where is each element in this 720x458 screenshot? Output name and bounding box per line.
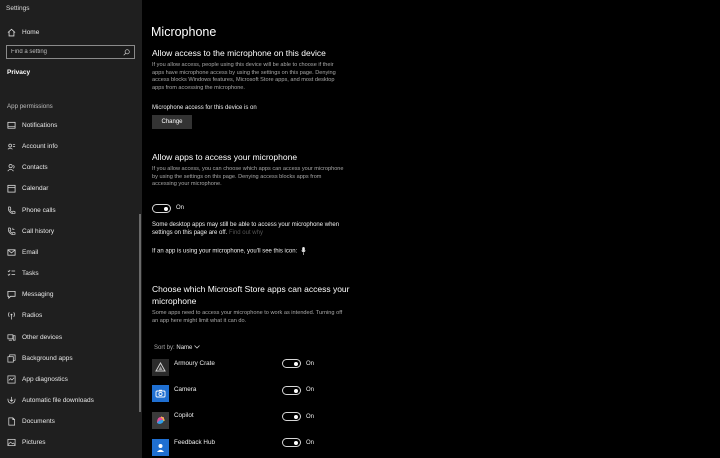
sidebar-item-label: Account info — [22, 142, 58, 150]
documents-icon — [7, 417, 16, 426]
sort-label: Sort by: — [154, 345, 175, 351]
sidebar-item-label: Documents — [22, 417, 55, 425]
search-icon[interactable] — [123, 49, 130, 56]
sidebar-item-call-history[interactable]: Call history — [0, 221, 142, 241]
call-history-icon — [7, 226, 16, 236]
microphone-icon — [301, 247, 306, 255]
sidebar-item-radios[interactable]: Radios — [0, 305, 142, 325]
sidebar-item-background-apps[interactable]: Background apps — [0, 348, 142, 368]
sidebar-item-label: Automatic file downloads — [22, 396, 94, 404]
contacts-icon — [7, 163, 16, 172]
sidebar-item-calendar[interactable]: Calendar — [0, 178, 142, 198]
device-access-status: Microphone access for this device is on — [152, 105, 257, 111]
sidebar-item-label: Messaging — [22, 290, 54, 298]
desktop-apps-note: Some desktop apps may still be able to a… — [152, 221, 352, 237]
background-apps-icon — [7, 354, 16, 363]
change-button[interactable]: Change — [152, 115, 192, 129]
sidebar-item-contacts[interactable]: Contacts — [0, 157, 142, 177]
email-icon — [7, 248, 16, 257]
sidebar-item-label: Calendar — [22, 184, 49, 192]
copilot-toggle[interactable] — [282, 412, 301, 421]
sidebar-item-label: Radios — [22, 311, 43, 319]
sidebar-item-messaging[interactable]: Messaging — [0, 284, 142, 304]
sidebar-item-label: App diagnostics — [22, 375, 68, 383]
sidebar-item-automatic-file-downloads[interactable]: Automatic file downloads — [0, 390, 142, 410]
sidebar-item-home[interactable]: Home — [0, 22, 142, 42]
app-access-toggle[interactable] — [152, 204, 171, 213]
sidebar-item-label: Home — [22, 28, 40, 36]
feedback-hub-app-icon — [152, 439, 169, 456]
app-name: Feedback Hub — [174, 439, 215, 446]
sort-value: Name — [176, 345, 193, 351]
other-devices-icon — [7, 333, 16, 342]
camera-toggle[interactable] — [282, 386, 301, 395]
account-info-icon — [7, 142, 16, 151]
sidebar-item-account-info[interactable]: Account info — [0, 136, 142, 156]
store-apps-heading: Choose which Microsoft Store apps can ac… — [152, 284, 350, 306]
store-apps-description: Some apps need to access your microphone… — [152, 310, 343, 324]
home-icon — [7, 28, 16, 37]
sidebar-item-notifications[interactable]: Notifications — [0, 115, 142, 135]
file-downloads-icon — [7, 396, 16, 405]
app-name: Armoury Crate — [174, 360, 215, 367]
main-content: Microphone Allow access to the microphon… — [142, 0, 720, 458]
armoury-crate-toggle[interactable] — [282, 359, 301, 368]
tasks-icon — [7, 269, 16, 278]
phone-icon — [7, 205, 16, 215]
sidebar-item-other-devices[interactable]: Other devices — [0, 327, 142, 347]
sidebar-item-email[interactable]: Email — [0, 242, 142, 262]
device-access-heading: Allow access to the microphone on this d… — [152, 48, 326, 58]
app-diagnostics-icon — [7, 375, 16, 384]
app-toggle-label: On — [306, 414, 315, 420]
app-access-description: If you allow access, you can choose whic… — [152, 166, 344, 187]
messaging-icon — [7, 290, 16, 299]
sidebar-item-app-diagnostics[interactable]: App diagnostics — [0, 369, 142, 389]
radios-icon — [7, 311, 16, 320]
device-access-description: If you allow access, people using this d… — [152, 62, 336, 91]
category-title: Privacy — [7, 69, 31, 76]
settings-sidebar: Settings Home Privacy App permissions No… — [0, 0, 142, 458]
app-name: Copilot — [174, 412, 194, 419]
sidebar-item-label: Contacts — [22, 163, 48, 171]
sidebar-scrollbar[interactable] — [139, 214, 141, 412]
mic-in-use-note: If an app is using your microphone, you'… — [152, 247, 306, 256]
pictures-icon — [7, 438, 16, 447]
search-box[interactable] — [6, 45, 135, 59]
mic-in-use-text: If an app is using your microphone, you'… — [152, 248, 298, 255]
notifications-icon — [7, 121, 16, 130]
search-input[interactable] — [11, 49, 121, 55]
sidebar-item-label: Other devices — [22, 333, 63, 341]
sidebar-item-label: Call history — [22, 227, 55, 235]
sidebar-item-label: Email — [22, 248, 39, 256]
sidebar-item-documents[interactable]: Documents — [0, 411, 142, 431]
sidebar-item-phone-calls[interactable]: Phone calls — [0, 200, 142, 220]
app-toggle-label: On — [306, 361, 315, 367]
sidebar-item-label: Phone calls — [22, 206, 56, 214]
chevron-down-icon — [194, 345, 200, 349]
app-name: Camera — [174, 386, 197, 393]
app-access-heading: Allow apps to access your microphone — [152, 152, 298, 162]
page-title: Microphone — [151, 25, 217, 39]
sidebar-item-label: Pictures — [22, 438, 46, 446]
window-title: Settings — [6, 5, 30, 12]
armoury-crate-app-icon — [152, 359, 169, 376]
camera-app-icon — [152, 385, 169, 402]
sort-dropdown[interactable]: Sort by: Name — [154, 345, 200, 351]
sidebar-item-tasks[interactable]: Tasks — [0, 263, 142, 283]
app-access-toggle-label: On — [176, 205, 185, 211]
sidebar-item-label: Notifications — [22, 121, 58, 129]
copilot-app-icon — [152, 412, 169, 429]
app-toggle-label: On — [306, 387, 315, 393]
sidebar-item-pictures[interactable]: Pictures — [0, 432, 142, 452]
section-label: App permissions — [7, 103, 53, 110]
sidebar-item-label: Background apps — [22, 354, 73, 362]
calendar-icon — [7, 184, 16, 193]
find-out-why-link[interactable]: Find out why — [229, 230, 263, 236]
app-toggle-label: On — [306, 440, 315, 446]
feedback-hub-toggle[interactable] — [282, 438, 301, 447]
sidebar-item-label: Tasks — [22, 269, 39, 277]
